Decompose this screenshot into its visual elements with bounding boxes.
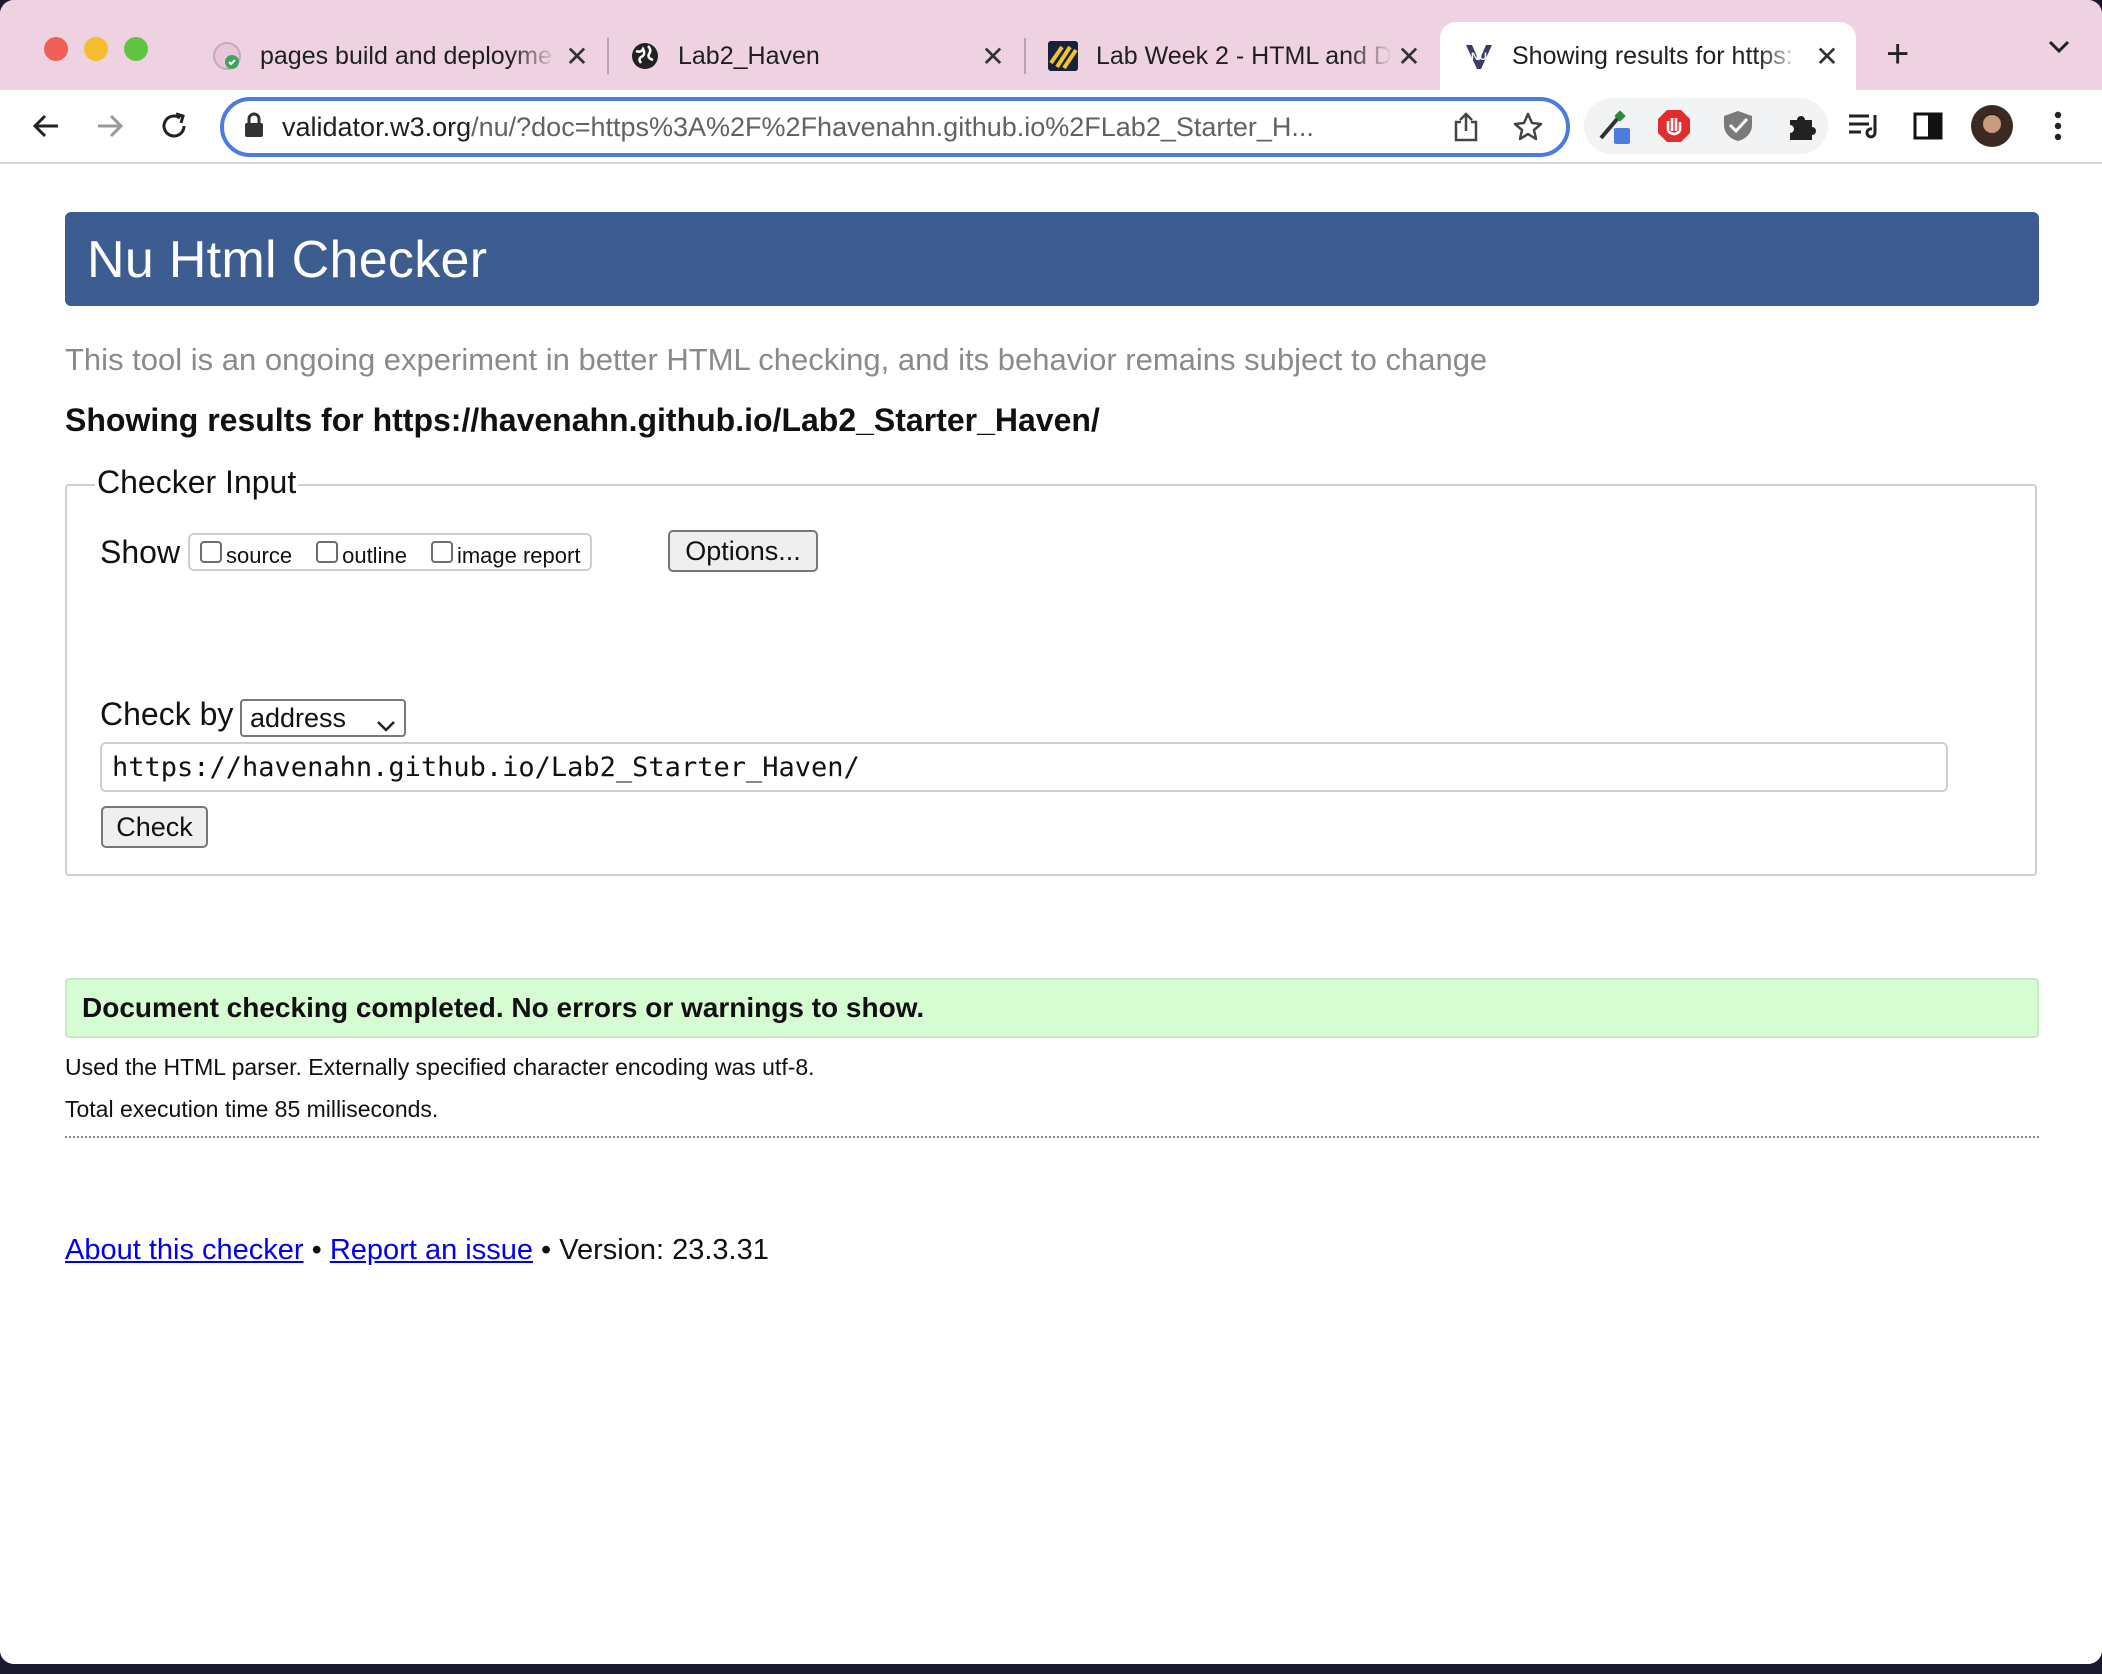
page-header-banner: Nu Html Checker [65,212,2039,306]
tagline: This tool is an ongoing experiment in be… [65,342,1488,377]
checker-input-legend: Checker Input [95,464,299,501]
check-by-label: Check by [100,696,234,732]
check-by-value: address [250,702,347,733]
outline-label: outline [342,543,407,568]
results-heading: Showing results for https://havenahn.git… [65,402,1100,438]
page-title: Nu Html Checker [87,231,488,289]
tab-title: Showing results for https: [1512,41,1793,70]
reading-list-icon[interactable] [1842,104,1886,148]
tab-lab-week-2[interactable]: Lab Week 2 - HTML and D ✕ [1048,22,1424,90]
show-checkbox-group: source outline image report [188,533,593,571]
side-panel-icon[interactable] [1906,104,1950,148]
parser-info: Used the HTML parser. Externally specifi… [65,1054,815,1080]
page-content: Nu Html Checker This tool is an ongoing … [0,164,2102,1664]
options-button[interactable]: Options... [668,530,818,572]
document-url-input[interactable]: https://havenahn.github.io/Lab2_Starter_… [100,742,1948,792]
lock-icon[interactable] [244,112,264,143]
more-menu-icon[interactable] [2036,104,2080,148]
tab-title: Lab2_Haven [678,41,820,70]
show-outline-option[interactable]: outline [316,537,407,569]
success-message: Document checking completed. No errors o… [65,978,2039,1038]
github-icon [212,41,242,71]
version-text: Version: 23.3.31 [559,1234,769,1266]
adblock-extension-icon[interactable] [1652,104,1696,148]
footer-separator: • [303,1234,330,1266]
minimize-window-button[interactable] [84,37,108,61]
footer: About this checker • Report an issue • V… [65,1234,769,1267]
profile-avatar[interactable] [1970,104,2014,148]
back-arrow-icon[interactable] [24,104,68,148]
shield-extension-icon[interactable] [1716,104,1760,148]
image-report-label: image report [456,543,581,568]
maximize-window-button[interactable] [124,37,148,61]
puzzle-extensions-icon[interactable] [1780,104,1824,148]
browser-window: pages build and deployme ✕ Lab2_Haven ✕ … [0,0,2102,1664]
new-tab-icon[interactable]: + [1886,34,1909,74]
tab-lab2-haven[interactable]: Lab2_Haven ✕ [630,22,1008,90]
w3c-nu-icon: NU [1464,41,1494,71]
close-tab-icon[interactable]: ✕ [562,40,592,73]
chevron-down-icon [376,709,396,740]
close-tab-icon[interactable]: ✕ [1812,40,1842,73]
show-image-report-option[interactable]: image report [430,537,581,569]
check-button[interactable]: Check [101,806,208,848]
tab-github-actions[interactable]: pages build and deployme ✕ [212,22,592,90]
url-text: validator.w3.org/nu/?doc=https%3A%2F%2Fh… [282,111,1314,142]
tab-nu-checker[interactable]: NU Showing results for https: ✕ [1440,22,1856,90]
forward-arrow-icon[interactable] [88,104,132,148]
tab-title: pages build and deployme [260,41,552,70]
bookmark-star-icon[interactable] [1510,109,1546,145]
execution-time: Total execution time 85 milliseconds. [65,1096,439,1122]
about-checker-link[interactable]: About this checker [65,1234,304,1266]
show-label: Show [100,533,181,570]
canvas-icon [1048,41,1078,71]
image-report-checkbox[interactable] [430,541,453,563]
report-issue-link[interactable]: Report an issue [330,1234,533,1266]
eyedropper-extension-icon[interactable] [1592,104,1636,148]
divider [65,1136,2039,1138]
globe-icon [630,41,660,71]
browser-toolbar: validator.w3.org/nu/?doc=https%3A%2F%2Fh… [0,90,2102,164]
check-by-select[interactable]: address [240,699,406,737]
show-options-row: Show source outline image report [100,530,593,574]
share-icon[interactable] [1448,109,1484,145]
reload-icon[interactable] [152,104,196,148]
source-checkbox[interactable] [200,541,223,563]
tab-strip: pages build and deployme ✕ Lab2_Haven ✕ … [0,0,2102,90]
tab-title: Lab Week 2 - HTML and D [1096,41,1392,70]
close-tab-icon[interactable]: ✕ [978,40,1008,73]
close-tab-icon[interactable]: ✕ [1394,40,1424,73]
show-source-option[interactable]: source [200,537,292,569]
outline-checkbox[interactable] [316,541,339,563]
close-window-button[interactable] [44,37,68,61]
source-label: source [226,543,293,568]
chevron-down-icon[interactable] [2048,40,2070,59]
svg-text:NU: NU [1471,51,1487,63]
address-bar[interactable]: validator.w3.org/nu/?doc=https%3A%2F%2Fh… [220,97,1570,157]
footer-separator: • [532,1234,560,1266]
